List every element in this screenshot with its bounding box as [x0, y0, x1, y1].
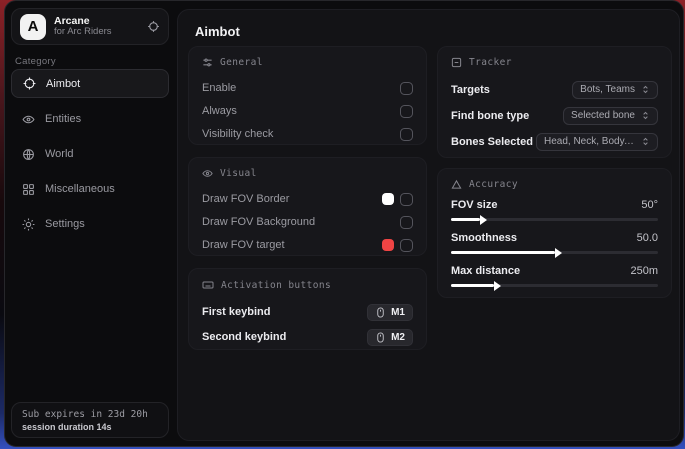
sidebar-item-label: Settings [45, 218, 85, 230]
chevron-up-down-icon [641, 85, 650, 94]
card-title: Activation buttons [221, 280, 331, 291]
eye-icon [202, 168, 213, 179]
slider-thumb[interactable] [494, 281, 501, 291]
accuracy-card: Accuracy FOV size 50° Smoothness 50.0 [437, 168, 672, 298]
sliders-icon [202, 57, 213, 68]
card-title: Tracker [469, 57, 512, 68]
scope-icon[interactable] [147, 20, 160, 33]
general-card: General Enable Always Visibility check [188, 46, 427, 145]
bones-selected-dropdown[interactable]: Head, Neck, Body, Fe... [536, 133, 658, 151]
mouse-icon [375, 307, 386, 318]
slider-row: Max distance 250m [451, 265, 658, 287]
draw-fov-target-checkbox[interactable] [400, 239, 413, 252]
sidebar-item-miscellaneous[interactable]: Miscellaneous [11, 175, 169, 203]
triangle-icon [451, 179, 462, 190]
card-title: Accuracy [469, 179, 518, 190]
setting-row: Enable [202, 77, 413, 99]
setting-row: Draw FOV Border [202, 188, 413, 210]
sidebar-item-aimbot[interactable]: Aimbot [11, 69, 169, 98]
app-window: A Arcane for Arc Riders Category Aimbot [4, 0, 684, 447]
visibility-check-checkbox[interactable] [400, 128, 413, 141]
chevron-up-down-icon [641, 111, 650, 120]
first-keybind-button[interactable]: M1 [367, 304, 413, 321]
smoothness-value: 50.0 [637, 232, 658, 244]
find-bone-type-dropdown[interactable]: Selected bone [563, 107, 658, 125]
setting-row: Always [202, 100, 413, 122]
setting-row: Targets Bots, Teams [451, 77, 658, 102]
setting-row: Visibility check [202, 123, 413, 145]
setting-row: Second keybind M2 [202, 325, 413, 349]
visual-card: Visual Draw FOV Border Draw FOV Backgrou… [188, 157, 427, 256]
page-title: Aimbot [195, 24, 240, 39]
smoothness-slider[interactable] [451, 251, 658, 254]
targets-dropdown[interactable]: Bots, Teams [572, 81, 658, 99]
app-logo: A [20, 14, 46, 40]
setting-row: First keybind M1 [202, 300, 413, 324]
fov-target-color-swatch[interactable] [382, 239, 394, 251]
keyboard-icon [202, 279, 214, 291]
fov-border-color-swatch[interactable] [382, 193, 394, 205]
sidebar-item-label: Miscellaneous [45, 183, 115, 195]
sidebar-nav: Aimbot Entities World [11, 69, 169, 245]
draw-fov-border-checkbox[interactable] [400, 193, 413, 206]
max-distance-slider[interactable] [451, 284, 658, 287]
fov-size-value: 50° [641, 199, 658, 211]
slider-row: Smoothness 50.0 [451, 232, 658, 254]
sidebar-item-entities[interactable]: Entities [11, 105, 169, 133]
second-keybind-button[interactable]: M2 [367, 329, 413, 346]
sidebar-item-label: World [45, 148, 74, 160]
desktop-background: A Arcane for Arc Riders Category Aimbot [0, 0, 685, 449]
draw-fov-background-checkbox[interactable] [400, 216, 413, 229]
grid-icon [21, 183, 35, 196]
setting-row: Draw FOV target [202, 234, 413, 256]
card-title: General [220, 57, 263, 68]
always-checkbox[interactable] [400, 105, 413, 118]
slider-thumb[interactable] [480, 215, 487, 225]
subscription-info: Sub expires in 23d 20h session duration … [11, 402, 169, 438]
gear-icon [21, 218, 35, 231]
sidebar: A Arcane for Arc Riders Category Aimbot [5, 1, 176, 446]
tracker-card: Tracker Targets Bots, Teams Find bone ty… [437, 46, 672, 158]
sidebar-item-label: Aimbot [46, 78, 80, 90]
sidebar-item-label: Entities [45, 113, 81, 125]
sub-expiry-text: Sub expires in 23d 20h [22, 409, 158, 420]
sidebar-item-settings[interactable]: Settings [11, 210, 169, 238]
sidebar-item-world[interactable]: World [11, 140, 169, 168]
brand-header[interactable]: A Arcane for Arc Riders [11, 8, 169, 45]
app-subtitle: for Arc Riders [54, 27, 139, 38]
slider-row: FOV size 50° [451, 199, 658, 221]
card-title: Visual [220, 168, 257, 179]
main-panel: Aimbot General Enable Always [177, 9, 680, 441]
session-duration-text: session duration 14s [22, 422, 158, 432]
setting-row: Draw FOV Background [202, 211, 413, 233]
activation-card: Activation buttons First keybind M1 Seco… [188, 268, 427, 350]
entities-icon [21, 113, 35, 126]
target-box-icon [451, 57, 462, 68]
enable-checkbox[interactable] [400, 82, 413, 95]
mouse-icon [375, 332, 386, 343]
slider-thumb[interactable] [555, 248, 562, 258]
setting-row: Bones Selected Head, Neck, Body, Fe... [451, 129, 658, 154]
max-distance-value: 250m [630, 265, 658, 277]
globe-icon [21, 148, 35, 161]
setting-row: Find bone type Selected bone [451, 103, 658, 128]
chevron-up-down-icon [641, 137, 650, 146]
fov-size-slider[interactable] [451, 218, 658, 221]
crosshair-icon [22, 77, 36, 90]
category-label: Category [15, 56, 56, 67]
